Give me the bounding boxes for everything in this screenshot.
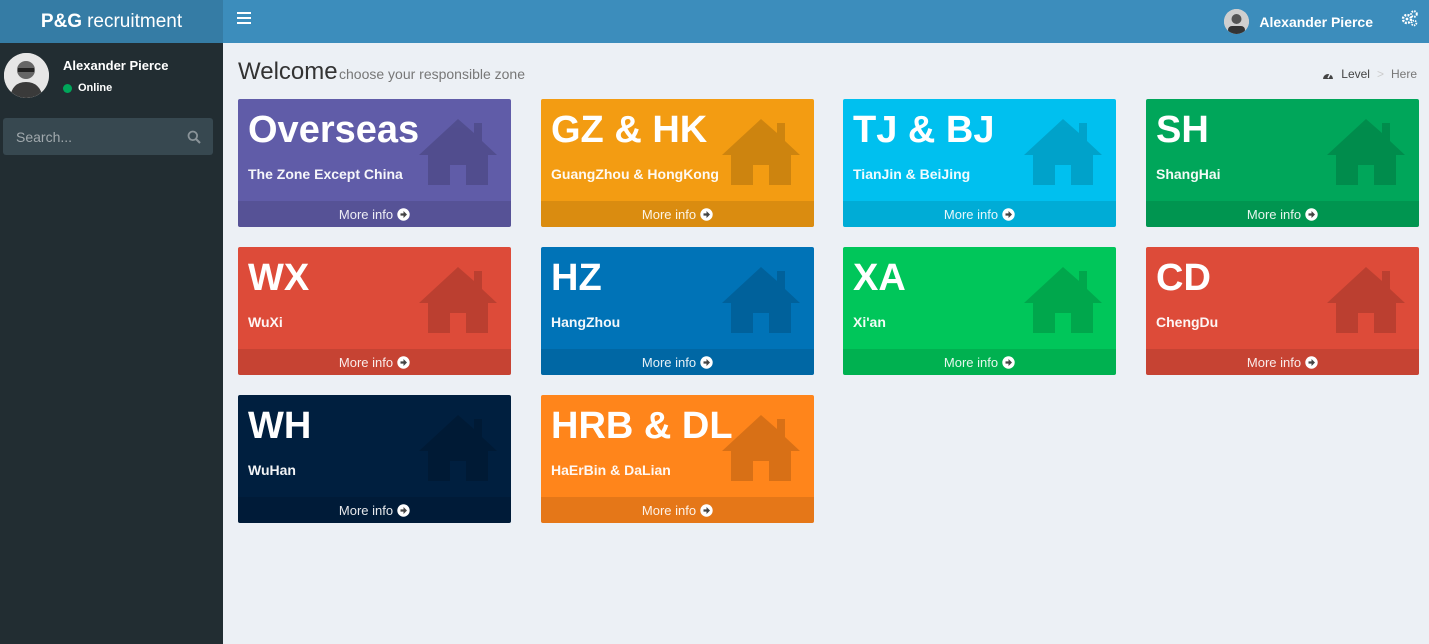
more-info-label: More info [943,354,999,370]
zone-box-overseas[interactable]: Overseas The Zone Except China More info [238,99,511,227]
arrow-circle-right-icon [1305,355,1318,369]
gears-icon[interactable] [1401,9,1419,27]
zone-box-wh[interactable]: WH WuHan More info [238,395,511,523]
home-icon [417,265,499,335]
zone-box-cd[interactable]: CD ChengDu More info [1146,247,1419,375]
zone-box-tj-bj[interactable]: TJ & BJ TianJin & BeiJing More info [843,99,1116,227]
breadcrumb: Level > Here [1322,67,1417,81]
breadcrumb-here: Here [1390,67,1417,81]
arrow-circle-right-icon [397,207,410,221]
more-info-link[interactable]: More info [1146,349,1419,375]
more-info-link[interactable]: More info [541,201,814,227]
online-dot-icon [63,83,72,93]
arrow-circle-right-icon [700,503,713,517]
more-info-label: More info [338,502,394,518]
zone-box-gz-hk[interactable]: GZ & HK GuangZhou & HongKong More info [541,99,814,227]
home-icon [417,117,499,187]
more-info-link[interactable]: More info [541,497,814,523]
arrow-circle-right-icon [1305,207,1318,221]
zone-box-hz[interactable]: HZ HangZhou More info [541,247,814,375]
home-icon [1022,265,1104,335]
sidebar-search [3,118,213,155]
zone-box-xa[interactable]: XA Xi'an More info [843,247,1116,375]
arrow-circle-right-icon [700,207,713,221]
top-navbar: Alexander Pierce [223,0,1429,43]
more-info-label: More info [338,206,394,222]
status-text: Online [78,82,113,94]
arrow-circle-right-icon [1002,355,1015,369]
home-icon [720,117,802,187]
breadcrumb-separator: > [1376,67,1384,81]
menu-toggle-icon[interactable] [237,12,251,24]
logo-bold: P&G [40,10,83,32]
sidebar-user-name: Alexander Pierce [63,58,169,73]
sidebar: Alexander Pierce Online [0,43,223,644]
home-icon [720,413,802,483]
more-info-label: More info [1246,354,1302,370]
user-menu[interactable]: Alexander Pierce [1224,6,1373,37]
home-icon [1325,265,1407,335]
page-title: Welcome [238,58,338,85]
page-subtitle: choose your responsible zone [339,66,526,82]
more-info-link[interactable]: More info [541,349,814,375]
user-panel: Alexander Pierce Online [4,53,223,103]
arrow-circle-right-icon [397,503,410,517]
home-icon [417,413,499,483]
arrow-circle-right-icon [700,355,713,369]
more-info-link[interactable]: More info [1146,201,1419,227]
more-info-label: More info [943,206,999,222]
more-info-label: More info [1246,206,1302,222]
logo-text: recruitment [87,10,183,32]
search-input[interactable] [3,118,178,155]
zone-box-wx[interactable]: WX WuXi More info [238,247,511,375]
avatar [1224,9,1250,34]
arrow-circle-right-icon [397,355,410,369]
more-info-link[interactable]: More info [843,201,1116,227]
breadcrumb-level[interactable]: Level [1341,67,1370,81]
zone-box-hrb-dl[interactable]: HRB & DL HaErBin & DaLian More info [541,395,814,523]
more-info-label: More info [338,354,394,370]
zone-box-sh[interactable]: SH ShangHai More info [1146,99,1419,227]
more-info-link[interactable]: More info [843,349,1116,375]
home-icon [720,265,802,335]
more-info-label: More info [641,206,697,222]
more-info-link[interactable]: More info [238,201,511,227]
more-info-label: More info [641,354,697,370]
search-icon[interactable] [187,130,201,144]
home-icon [1325,117,1407,187]
dashboard-icon [1323,72,1334,79]
arrow-circle-right-icon [1002,207,1015,221]
app-logo[interactable]: P&G recruitment [0,0,223,43]
avatar [4,53,49,98]
more-info-link[interactable]: More info [238,497,511,523]
user-menu-name: Alexander Pierce [1259,13,1373,30]
home-icon [1022,117,1104,187]
more-info-label: More info [641,502,697,518]
online-status: Online [63,82,112,94]
more-info-link[interactable]: More info [238,349,511,375]
